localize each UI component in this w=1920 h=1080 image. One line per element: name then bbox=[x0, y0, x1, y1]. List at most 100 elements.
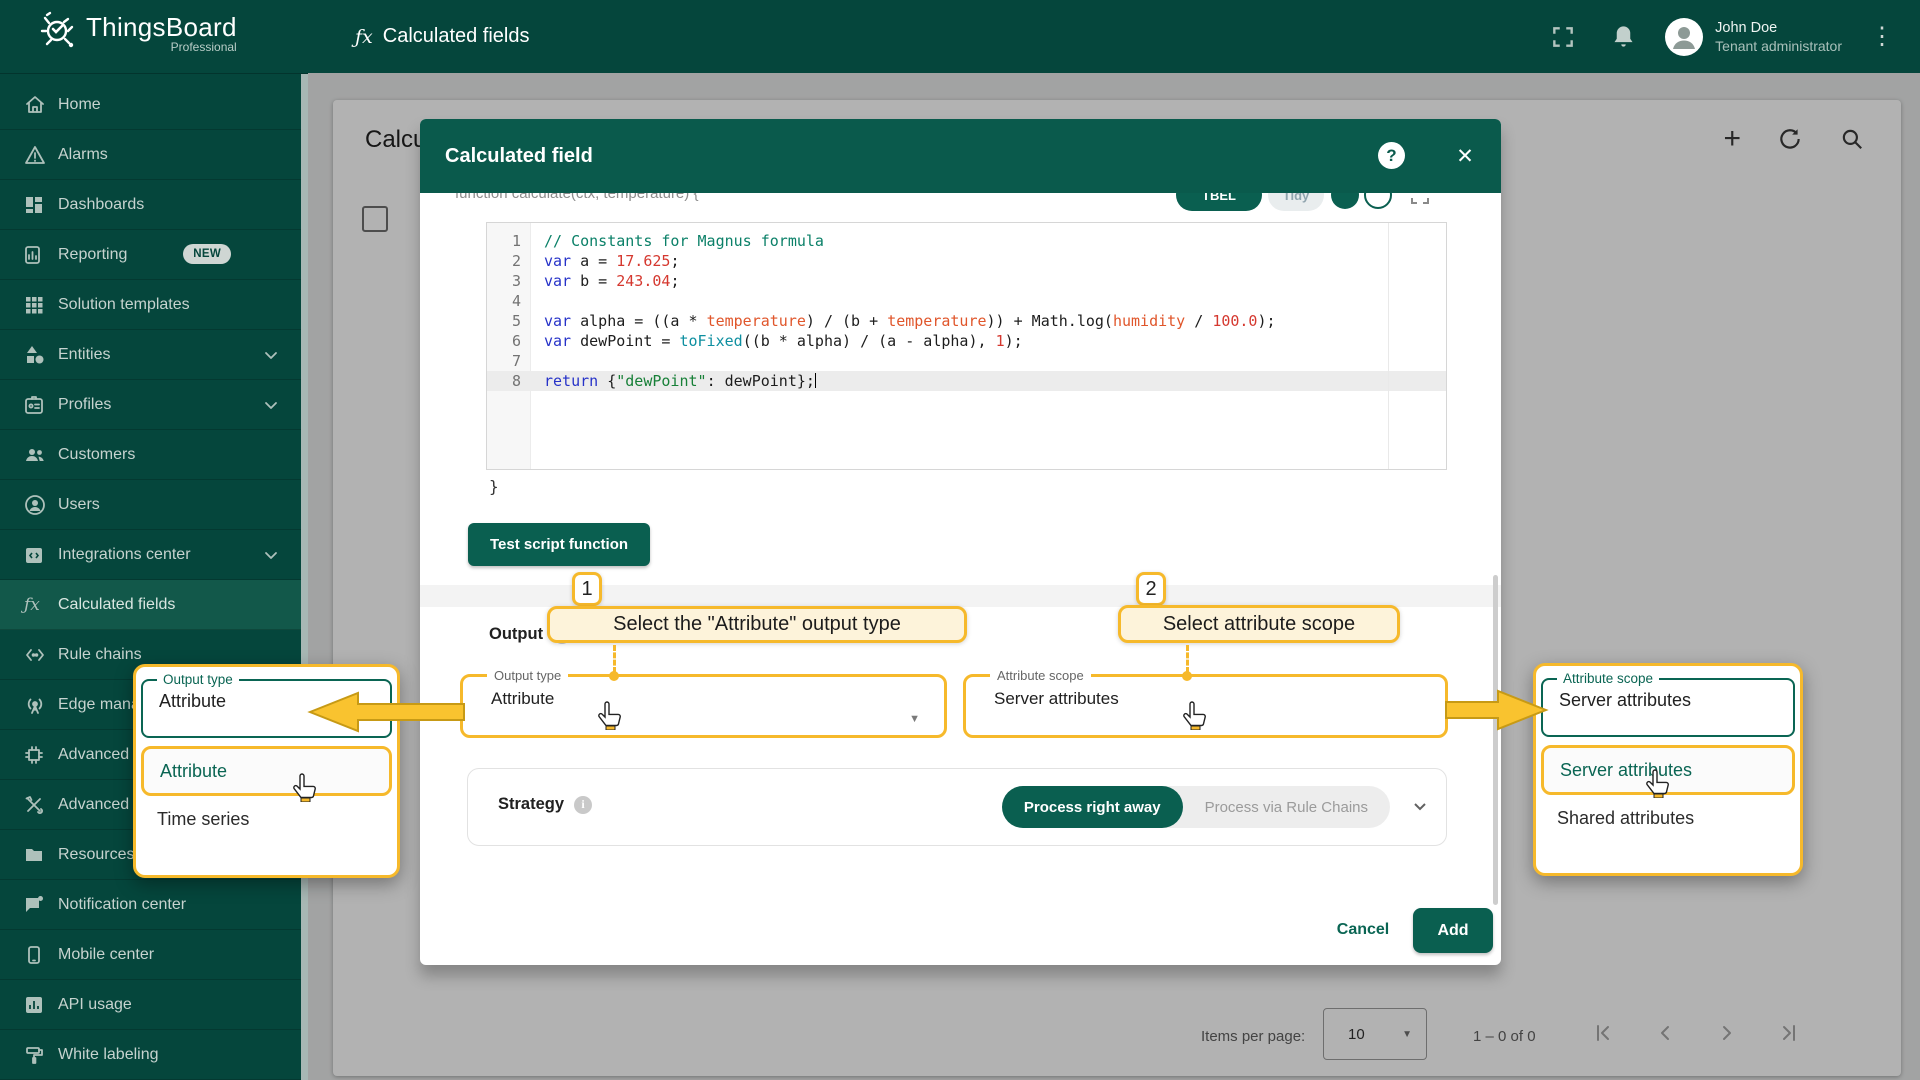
notification-center-icon bbox=[24, 895, 58, 915]
strategy-label: Strategy bbox=[498, 795, 564, 814]
sidebar-item-mobile-center[interactable]: Mobile center bbox=[0, 930, 301, 980]
sidebar-item-calculated-fields[interactable]: ƒx Calculated fields bbox=[0, 580, 301, 630]
sidebar-item-alarms[interactable]: Alarms bbox=[0, 130, 301, 180]
strategy-toggle: Process right away Process via Rule Chai… bbox=[1002, 786, 1390, 828]
callout-1-dot bbox=[609, 671, 619, 681]
user-circle-icon bbox=[24, 494, 58, 516]
arrow-right-icon bbox=[1444, 688, 1550, 737]
user-role: Tenant administrator bbox=[1715, 37, 1842, 55]
test-script-function-button[interactable]: Test script function bbox=[468, 523, 650, 566]
home-icon bbox=[24, 94, 58, 116]
sidebar-item-white-labeling[interactable]: White labeling bbox=[0, 1030, 301, 1080]
popover-attribute-scope-value: Server attributes bbox=[1543, 686, 1793, 711]
tidy-button[interactable]: Tidy bbox=[1268, 193, 1324, 211]
script-settings-icon[interactable] bbox=[1331, 193, 1359, 209]
output-type-value: Attribute bbox=[463, 683, 944, 709]
close-icon[interactable]: ✕ bbox=[1450, 141, 1480, 171]
code-line[interactable] bbox=[531, 291, 1446, 311]
process-via-rule-chains-option[interactable]: Process via Rule Chains bbox=[1183, 786, 1390, 828]
bar-chart-icon bbox=[24, 995, 58, 1015]
sidebar-item-notification-center[interactable]: Notification center bbox=[0, 880, 301, 930]
sidebar-item-customers[interactable]: Customers bbox=[0, 430, 301, 480]
sidebar-item-integrations-center[interactable]: Integrations center bbox=[0, 530, 301, 580]
tbel-toggle-button[interactable]: TBEL bbox=[1176, 193, 1262, 211]
add-button[interactable]: Add bbox=[1413, 908, 1493, 953]
callout-1-number: 1 bbox=[572, 572, 602, 606]
hand-cursor-icon bbox=[597, 700, 623, 735]
code-line[interactable]: var dewPoint = toFixed((b * alpha) / (a … bbox=[531, 331, 1446, 351]
antenna-icon bbox=[24, 694, 58, 716]
rule-chains-icon bbox=[24, 644, 58, 666]
avatar[interactable] bbox=[1665, 18, 1703, 56]
line-number: 5 bbox=[487, 311, 530, 331]
reporting-icon bbox=[24, 245, 58, 265]
editor-code[interactable]: // Constants for Magnus formulavar a = 1… bbox=[531, 223, 1446, 469]
logo[interactable]: ThingsBoard Professional bbox=[40, 10, 237, 55]
dialog-scrollbar[interactable] bbox=[1493, 575, 1498, 905]
entities-icon bbox=[24, 344, 58, 366]
chevron-down-icon: ▼ bbox=[909, 713, 920, 725]
user-name: John Doe bbox=[1715, 19, 1842, 37]
chevron-down-icon bbox=[263, 347, 279, 368]
phone-icon bbox=[24, 945, 58, 965]
logo-subtitle: Professional bbox=[86, 40, 237, 54]
line-number: 8 bbox=[487, 371, 530, 391]
code-editor[interactable]: 12345678 // Constants for Magnus formula… bbox=[486, 222, 1447, 470]
output-type-field[interactable]: Output type Attribute ▼ bbox=[460, 668, 947, 738]
callout-2-dot bbox=[1182, 671, 1192, 681]
code-line[interactable] bbox=[531, 351, 1446, 371]
process-right-away-option[interactable]: Process right away bbox=[1002, 786, 1183, 828]
logo-title: ThingsBoard bbox=[86, 12, 237, 42]
popover-attribute-scope-label: Attribute scope bbox=[1557, 671, 1659, 686]
chevron-down-icon[interactable] bbox=[1410, 797, 1430, 822]
code-line[interactable]: var alpha = ((a * temperature) / (b + te… bbox=[531, 311, 1446, 331]
hand-cursor-icon bbox=[292, 772, 318, 807]
paint-roller-icon bbox=[24, 1045, 58, 1065]
solution-templates-icon bbox=[24, 295, 58, 315]
sidebar-item-dashboards[interactable]: Dashboards bbox=[0, 180, 301, 230]
sidebar-item-reporting[interactable]: Reporting NEW bbox=[0, 230, 301, 280]
editor-fullscreen-icon[interactable] bbox=[1408, 193, 1432, 212]
sidebar-item-entities[interactable]: Entities bbox=[0, 330, 301, 380]
alarm-warning-icon bbox=[24, 144, 58, 166]
cancel-button[interactable]: Cancel bbox=[1314, 912, 1412, 948]
more-menu-icon[interactable]: ⋮ bbox=[1870, 22, 1894, 51]
line-number: 4 bbox=[487, 291, 530, 311]
text-cursor bbox=[815, 373, 816, 388]
sidebar-item-home[interactable]: Home bbox=[0, 80, 301, 130]
sidebar: Home Alarms Dashboards Reporting NEW Sol… bbox=[0, 73, 308, 1080]
callout-2-connector bbox=[1186, 645, 1189, 673]
profiles-icon bbox=[24, 395, 58, 415]
folder-icon bbox=[24, 845, 58, 865]
arrow-left-icon bbox=[306, 690, 466, 739]
line-number: 7 bbox=[487, 351, 530, 371]
sidebar-item-solution-templates[interactable]: Solution templates bbox=[0, 280, 301, 330]
code-line[interactable]: var a = 17.625; bbox=[531, 251, 1446, 271]
sidebar-item-profiles[interactable]: Profiles bbox=[0, 380, 301, 430]
integrations-icon bbox=[24, 545, 58, 565]
thingsboard-bug-logo-icon bbox=[40, 10, 76, 55]
option-time-series[interactable]: Time series bbox=[141, 796, 392, 842]
code-line[interactable]: return {"dewPoint": dewPoint}; bbox=[531, 371, 1446, 391]
hand-cursor-icon bbox=[1645, 768, 1671, 803]
fullscreen-icon[interactable] bbox=[1550, 24, 1576, 50]
sidebar-item-users[interactable]: Users bbox=[0, 480, 301, 530]
output-section-label: Output bbox=[489, 625, 543, 644]
sidebar-item-api-usage[interactable]: API usage bbox=[0, 980, 301, 1030]
chevron-down-icon bbox=[263, 397, 279, 418]
callout-1-text: Select the "Attribute" output type bbox=[547, 606, 967, 643]
popover-attribute-scope-field[interactable]: Attribute scope Server attributes bbox=[1541, 671, 1795, 737]
sidebar-scrollbar[interactable] bbox=[301, 74, 308, 1080]
customers-icon bbox=[24, 444, 58, 466]
editor-divider bbox=[1388, 223, 1389, 469]
option-attribute[interactable]: Attribute bbox=[141, 746, 392, 796]
user-info[interactable]: John Doe Tenant administrator bbox=[1715, 19, 1842, 55]
code-line[interactable]: var b = 243.04; bbox=[531, 271, 1446, 291]
script-help-icon[interactable] bbox=[1364, 193, 1392, 209]
hand-cursor-icon bbox=[1182, 700, 1208, 735]
notifications-bell-icon[interactable] bbox=[1610, 23, 1637, 50]
fx-icon: ƒx bbox=[355, 26, 373, 48]
code-line[interactable]: // Constants for Magnus formula bbox=[531, 231, 1446, 251]
help-icon[interactable]: ? bbox=[1378, 142, 1405, 169]
attribute-scope-field-label: Attribute scope bbox=[990, 668, 1091, 683]
